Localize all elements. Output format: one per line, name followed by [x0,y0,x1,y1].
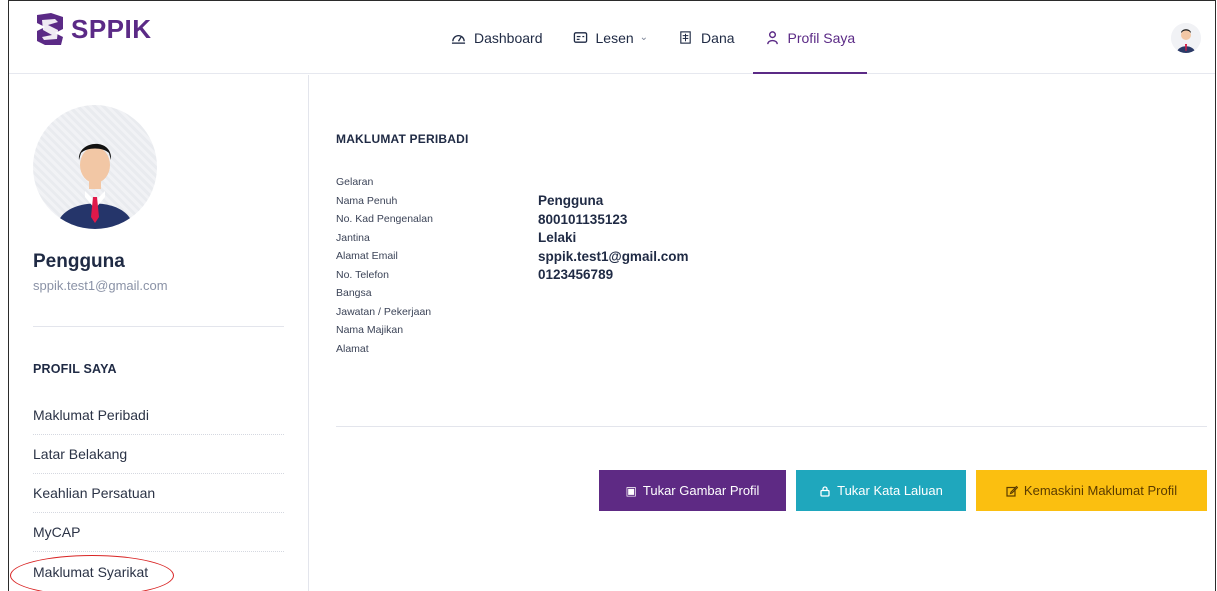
change-password-label: Tukar Kata Laluan [837,483,943,498]
divider [336,426,1207,427]
change-photo-label: Tukar Gambar Profil [642,483,760,498]
user-icon [766,31,778,45]
sidebar-item-maklumat-syarikat[interactable]: Maklumat Syarikat [33,552,284,591]
update-profile-button[interactable]: Kemaskini Maklumat Profil [976,470,1207,511]
nav-dashboard[interactable]: Dashboard [439,1,555,74]
change-photo-button[interactable]: ▣ Tukar Gambar Profil [599,470,786,511]
field-label: Alamat [336,342,369,355]
sidebar-item-latar-belakang[interactable]: Latar Belakang [33,435,284,474]
update-profile-label: Kemaskini Maklumat Profil [1023,483,1178,498]
field-label: Nama Penuh [336,194,398,207]
field-label: No. Kad Pengenalan [336,213,433,226]
nav-dana-label: Dana [701,29,735,46]
field-label: Jantina [336,231,370,244]
field-value: 0123456789 [538,267,614,283]
sidebar-item-keahlian-persatuan[interactable]: Keahlian Persatuan [33,474,284,513]
logo-icon [37,13,63,45]
field-row: Bangsa [336,284,688,303]
top-navbar: SPPIK Dashboard Lesen ⌄ Dana Profil Saya [9,1,1215,74]
profile-actions: ▣ Tukar Gambar Profil Tukar Kata Laluan … [599,470,1207,511]
main-nav: Dashboard Lesen ⌄ Dana Profil Saya [439,1,873,74]
field-label: Nama Majikan [336,324,404,337]
field-value: Lelaki [538,230,577,246]
field-row: Nama Majikan [336,321,688,340]
nav-dashboard-label: Dashboard [474,29,543,46]
field-label: Gelaran [336,176,374,189]
field-value: sppik.test1@gmail.com [538,248,689,264]
profile-sidebar: Pengguna sppik.test1@gmail.com PROFIL SA… [9,75,309,591]
field-row: Alamat [336,340,688,359]
edit-icon [1006,485,1018,497]
divider [33,326,284,327]
dashboard-icon [451,35,466,44]
chevron-down-icon: ⌄ [639,32,649,43]
user-avatar-icon [1171,23,1201,53]
logo[interactable]: SPPIK [33,9,152,49]
field-value: 800101135123 [538,211,628,227]
fund-icon [680,31,691,44]
field-label: Jawatan / Pekerjaan [336,305,432,318]
profile-menu: Maklumat Peribadi Latar Belakang Keahlia… [33,396,284,591]
personal-info-fields: Gelaran Nama Penuh Pengguna No. Kad Peng… [336,173,688,358]
field-value: Pengguna [538,193,604,209]
app-window: SPPIK Dashboard Lesen ⌄ Dana Profil Saya… [8,0,1216,591]
image-icon: ▣ [625,483,637,498]
field-label: Alamat Email [336,250,398,263]
sidebar-heading: PROFIL SAYA [33,362,117,376]
user-name: Pengguna [33,251,125,272]
field-row: No. Kad Pengenalan 800101135123 [336,210,688,229]
main-content: MAKLUMAT PERIBADI Gelaran Nama Penuh Pen… [310,75,1215,591]
logo-text: SPPIK [71,13,152,44]
field-label: Bangsa [336,287,372,300]
field-row: No. Telefon 0123456789 [336,266,688,285]
field-row: Gelaran [336,173,688,192]
nav-lesen-label: Lesen [595,29,634,46]
nav-profil-saya-label: Profil Saya [787,29,856,46]
nav-lesen[interactable]: Lesen ⌄ [561,1,661,74]
license-icon [573,32,587,43]
nav-dana[interactable]: Dana [666,1,746,74]
user-email: sppik.test1@gmail.com [33,278,168,293]
lock-icon [820,485,830,497]
sidebar-item-maklumat-peribadi[interactable]: Maklumat Peribadi [33,396,284,435]
profile-avatar [33,105,157,229]
change-password-button[interactable]: Tukar Kata Laluan [796,470,966,511]
section-title: MAKLUMAT PERIBADI [336,132,469,146]
field-row: Nama Penuh Pengguna [336,192,688,211]
field-label: No. Telefon [336,268,389,281]
field-row: Jantina Lelaki [336,229,688,248]
avatar[interactable] [1171,23,1201,53]
user-avatar-icon [57,143,133,229]
sidebar-item-mycap[interactable]: MyCAP [33,513,284,552]
field-row: Alamat Email sppik.test1@gmail.com [336,247,688,266]
nav-profil-saya[interactable]: Profil Saya [752,1,868,74]
field-row: Jawatan / Pekerjaan [336,303,688,322]
